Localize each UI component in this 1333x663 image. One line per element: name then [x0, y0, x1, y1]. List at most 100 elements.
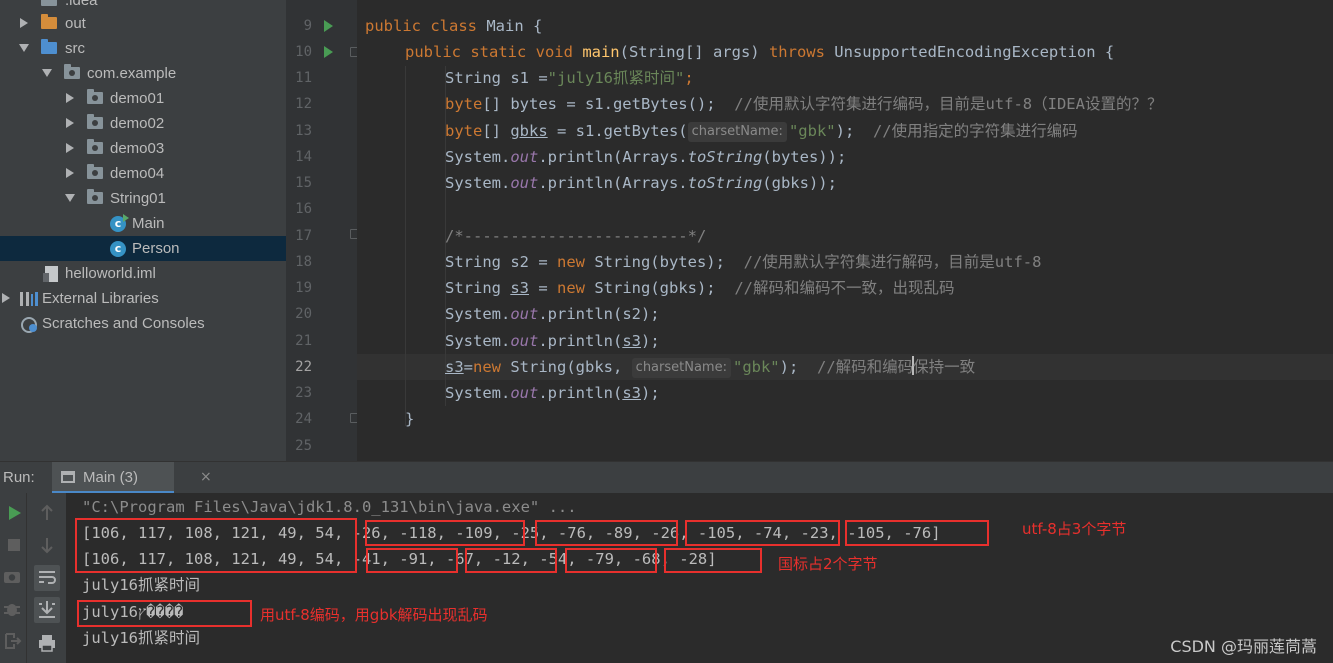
- line-number[interactable]: 20: [286, 301, 312, 327]
- folder-icon: [41, 0, 57, 6]
- line-number[interactable]: 19: [286, 275, 312, 301]
- annotation-box-utf8-char: [845, 520, 989, 546]
- tree-item-helloworld-iml[interactable]: helloworld.iml: [0, 261, 286, 286]
- code-line-11[interactable]: String s1 ="july16抓紧时间";: [445, 65, 694, 91]
- line-number[interactable]: 13: [286, 118, 312, 144]
- debug-icon[interactable]: [2, 599, 22, 619]
- line-number-current[interactable]: 22: [286, 354, 312, 380]
- comment: //解码和编码: [816, 358, 914, 376]
- line-number[interactable]: 12: [286, 91, 312, 117]
- chevron-right-icon[interactable]: [66, 93, 74, 103]
- static-field: out: [510, 384, 539, 402]
- line-number[interactable]: 21: [286, 328, 312, 354]
- arrow-down-icon[interactable]: [37, 535, 57, 555]
- code-text: );: [779, 358, 817, 376]
- code-line-20[interactable]: System.out.println(s2);: [445, 301, 660, 327]
- annotation-box-utf8-char: [365, 520, 525, 546]
- string-literal: "gbk": [788, 122, 836, 140]
- line-number[interactable]: 16: [286, 196, 312, 222]
- code-editor[interactable]: public class Main { public static void m…: [357, 0, 1333, 461]
- variable: s3: [510, 279, 529, 297]
- line-number[interactable]: 9: [286, 13, 312, 39]
- code-line-18[interactable]: String s2 = new String(bytes); //使用默认字符集…: [445, 249, 1041, 275]
- comment: /*------------------------*/: [445, 227, 707, 245]
- static-field: out: [510, 148, 539, 166]
- static-field: out: [510, 174, 539, 192]
- module-file-icon: [43, 266, 58, 282]
- code-text: .println(Arrays.: [538, 148, 688, 166]
- close-tab-button[interactable]: ×: [200, 469, 212, 485]
- line-number[interactable]: 14: [286, 144, 312, 170]
- tree-item-demo03[interactable]: demo03: [0, 136, 286, 161]
- tree-item-string01[interactable]: String01: [0, 186, 286, 211]
- code-line-22[interactable]: s3=new String(gbks, charsetName: "gbk"); …: [445, 354, 975, 380]
- tree-item-demo04[interactable]: demo04: [0, 161, 286, 186]
- annotation-utf8-note: utf-8占3个字节: [1022, 520, 1127, 538]
- chevron-down-icon[interactable]: [65, 194, 75, 202]
- chevron-right-icon[interactable]: [2, 293, 10, 303]
- tree-item-demo02[interactable]: demo02: [0, 111, 286, 136]
- code-text: System.: [445, 384, 511, 402]
- chevron-right-icon[interactable]: [66, 168, 74, 178]
- line-number[interactable]: 15: [286, 170, 312, 196]
- chevron-down-icon[interactable]: [42, 69, 52, 77]
- stop-icon[interactable]: [4, 535, 24, 555]
- chevron-down-icon[interactable]: [19, 44, 29, 52]
- exit-icon[interactable]: [2, 631, 22, 651]
- code-line-14[interactable]: System.out.println(Arrays.toString(bytes…: [445, 144, 846, 170]
- tree-item-src[interactable]: src: [0, 36, 286, 61]
- rerun-icon[interactable]: [4, 503, 24, 523]
- run-main-icon[interactable]: [324, 46, 333, 58]
- line-number[interactable]: 17: [286, 223, 312, 249]
- line-number[interactable]: 23: [286, 380, 312, 406]
- comment: //使用默认字符集进行编码，目前是utf-8（IDEA设置的？？: [734, 95, 1163, 113]
- annotation-garbled-note: 用utf-8编码，用gbk解码出现乱码: [260, 606, 488, 624]
- camera-icon[interactable]: [2, 567, 22, 587]
- tree-item-out[interactable]: out: [0, 11, 286, 36]
- arrow-up-icon[interactable]: [37, 503, 57, 523]
- code-line-10[interactable]: public static void main(String[] args) t…: [405, 39, 1114, 65]
- code-line-24[interactable]: }: [405, 406, 414, 432]
- package-icon: [87, 189, 103, 204]
- soft-wrap-icon[interactable]: [34, 565, 60, 591]
- print-icon[interactable]: [37, 633, 57, 653]
- line-number[interactable]: 10: [286, 39, 312, 65]
- static-field: out: [510, 332, 539, 350]
- code-text: .println(Arrays.: [538, 174, 688, 192]
- tree-item-scratches[interactable]: Scratches and Consoles: [0, 311, 286, 336]
- tree-item-person[interactable]: c Person: [0, 236, 286, 261]
- keyword: byte: [445, 122, 483, 140]
- scroll-to-end-icon[interactable]: [34, 597, 60, 623]
- code-text: System.: [445, 148, 511, 166]
- chevron-right-icon[interactable]: [66, 118, 74, 128]
- tree-item-demo01[interactable]: demo01: [0, 86, 286, 111]
- code-line-12[interactable]: byte[] bytes = s1.getBytes(); //使用默认字符集进…: [445, 91, 1162, 117]
- line-number[interactable]: 11: [286, 65, 312, 91]
- tree-item-main[interactable]: c Main: [0, 211, 286, 236]
- code-line-19[interactable]: String s3 = new String(gbks); //解码和编码不一致…: [445, 275, 954, 301]
- line-number[interactable]: 18: [286, 249, 312, 275]
- line-number[interactable]: 25: [286, 433, 312, 459]
- code-line-17[interactable]: /*------------------------*/: [445, 223, 706, 249]
- code-text: System.: [445, 305, 511, 323]
- run-tab-main[interactable]: Main (3) ×: [52, 462, 212, 494]
- line-number[interactable]: 24: [286, 406, 312, 432]
- code-text: (String[] args): [619, 43, 769, 61]
- run-label: Run:: [3, 469, 35, 486]
- tree-item-external-libraries[interactable]: External Libraries: [0, 286, 286, 311]
- code-text: =: [463, 358, 474, 376]
- chevron-right-icon[interactable]: [20, 18, 28, 28]
- code-line-23[interactable]: System.out.println(s3);: [445, 380, 660, 406]
- tree-item-com-example[interactable]: com.example: [0, 61, 286, 86]
- code-text: =: [529, 279, 557, 297]
- run-class-icon[interactable]: [324, 20, 333, 32]
- code-line-15[interactable]: System.out.println(Arrays.toString(gbks)…: [445, 170, 837, 196]
- code-text: UnsupportedEncodingException {: [834, 43, 1115, 61]
- code-line-9[interactable]: public class Main {: [365, 13, 542, 39]
- annotation-box-utf8-char: [535, 520, 678, 546]
- code-line-13[interactable]: byte[] gbks = s1.getBytes(charsetName: "g…: [445, 118, 1078, 144]
- chevron-right-icon[interactable]: [66, 143, 74, 153]
- annotation-box-utf8-char: [685, 520, 840, 546]
- console-line-s3-fixed: july16抓紧时间: [82, 629, 200, 647]
- code-line-21[interactable]: System.out.println(s3);: [445, 328, 660, 354]
